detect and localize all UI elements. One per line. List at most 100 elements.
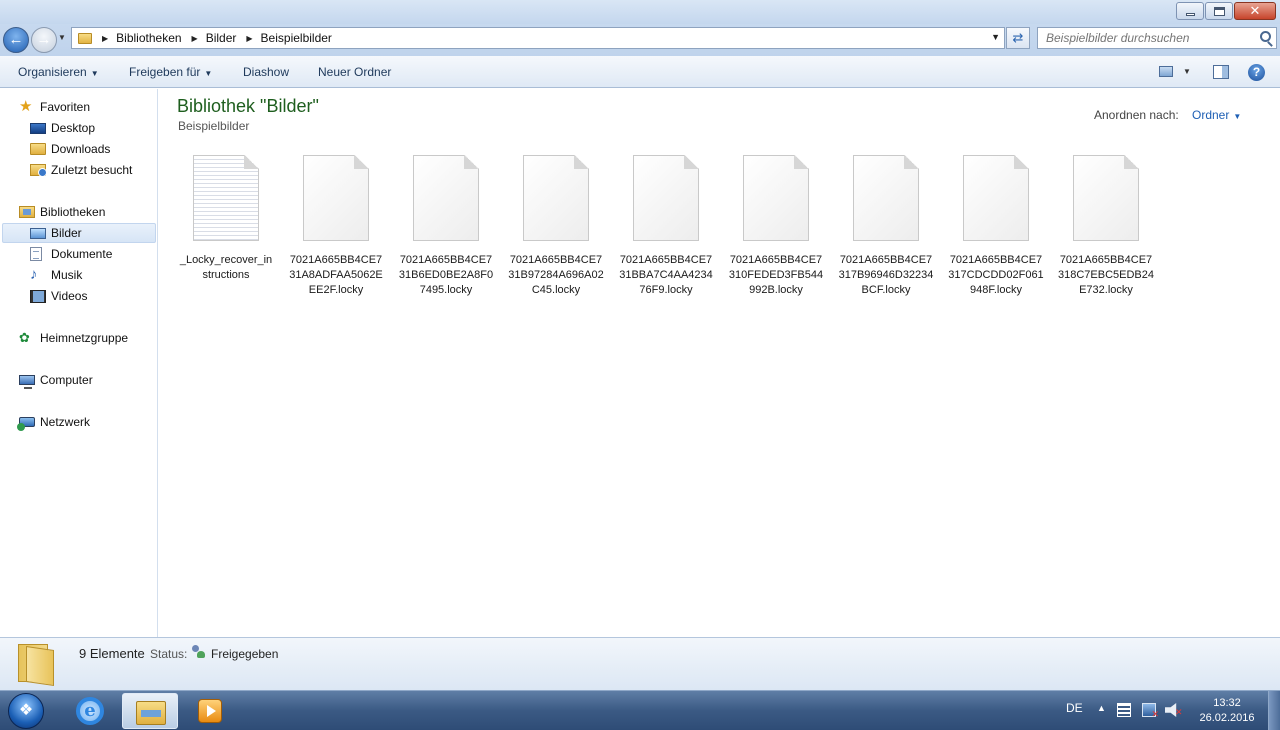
file-item[interactable]: 7021A665BB4CE731B6ED0BE2A8F07495.locky xyxy=(398,155,494,298)
details-pane: 9 Elemente Status: Freigegeben xyxy=(0,637,1280,690)
folder-icon xyxy=(78,32,92,44)
sidebar-item-desktop[interactable]: Desktop xyxy=(30,118,95,138)
windows-explorer-icon xyxy=(136,701,166,725)
file-name: 7021A665BB4CE731BBA7C4AA423476F9.locky xyxy=(619,254,713,296)
sidebar-item-musik[interactable]: ♪ Musik xyxy=(30,265,82,285)
breadcrumb-bilder[interactable]: Bilder xyxy=(206,31,237,45)
file-item[interactable]: 7021A665BB4CE7317CDCDD02F061948F.locky xyxy=(948,155,1044,298)
file-item[interactable]: 7021A665BB4CE7318C7EBC5EDB24E732.locky xyxy=(1058,155,1154,298)
sidebar-item-recent[interactable]: Zuletzt besucht xyxy=(30,160,132,180)
share-label: Freigeben für xyxy=(129,65,201,79)
sidebar-item-heimnetzgruppe[interactable]: ✿ Heimnetzgruppe xyxy=(19,328,128,348)
status-value: Freigegeben xyxy=(211,647,279,661)
recent-places-icon xyxy=(30,164,47,177)
library-icon xyxy=(19,206,35,218)
library-subtitle: Beispielbilder xyxy=(178,119,250,133)
start-button[interactable]: ❖ xyxy=(8,693,44,729)
address-bar[interactable]: ▶ Bibliotheken ▶ Bilder ▶ Beispielbilder… xyxy=(71,27,1005,49)
sidebar-item-label: Computer xyxy=(40,373,93,387)
refresh-icon: ⇄ xyxy=(1012,30,1024,45)
maximize-icon xyxy=(1214,7,1225,16)
minimize-icon xyxy=(1186,13,1195,16)
chevron-right-icon[interactable]: ▶ xyxy=(246,34,252,43)
close-icon: ✕ xyxy=(1249,3,1261,18)
file-item[interactable]: 7021A665BB4CE731A8ADFAA5062EEE2F.locky xyxy=(288,155,384,298)
blank-file-icon xyxy=(413,155,479,241)
language-indicator[interactable]: DE xyxy=(1066,701,1083,715)
chevron-right-icon[interactable]: ▶ xyxy=(102,34,108,43)
blank-file-icon xyxy=(743,155,809,241)
file-item[interactable]: 7021A665BB4CE7310FEDED3FB544992B.locky xyxy=(728,155,824,298)
arrange-by-dropdown[interactable]: Ordner ▼ xyxy=(1192,108,1241,122)
view-options-dropdown[interactable]: ▼ xyxy=(1183,67,1191,76)
chevron-right-icon[interactable]: ▶ xyxy=(192,34,198,43)
media-player-icon[interactable] xyxy=(198,699,222,723)
blank-file-icon xyxy=(963,155,1029,241)
file-name: 7021A665BB4CE731A8ADFAA5062EEE2F.locky xyxy=(289,254,383,296)
sidebar-item-computer[interactable]: Computer xyxy=(19,370,93,390)
sidebar-item-dokumente[interactable]: Dokumente xyxy=(30,244,112,264)
refresh-button[interactable]: ⇄ xyxy=(1006,27,1030,49)
file-name: 7021A665BB4CE7317CDCDD02F061948F.locky xyxy=(948,254,1044,296)
chevron-down-icon: ▼ xyxy=(204,69,213,78)
action-center-icon[interactable] xyxy=(1117,703,1131,717)
change-view-icon[interactable] xyxy=(1159,66,1173,77)
windows-logo-icon: ❖ xyxy=(18,702,34,719)
navigation-pane: ★ Favoriten Desktop Downloads Zuletzt bes… xyxy=(0,89,158,637)
file-item[interactable]: 7021A665BB4CE731BBA7C4AA423476F9.locky xyxy=(618,155,714,298)
clock[interactable]: 13:32 26.02.2016 xyxy=(1195,696,1259,726)
organize-menu[interactable]: Organisieren ▼ xyxy=(18,65,99,79)
preview-pane-icon[interactable] xyxy=(1213,65,1229,79)
arrange-by-value: Ordner xyxy=(1192,108,1230,122)
file-name: 7021A665BB4CE7310FEDED3FB544992B.locky xyxy=(728,254,824,296)
film-strip-icon xyxy=(30,289,46,303)
chevron-down-icon: ▼ xyxy=(90,69,99,78)
address-dropdown-icon[interactable]: ▼ xyxy=(991,32,1000,42)
sidebar-item-downloads[interactable]: Downloads xyxy=(30,139,110,159)
sidebar-item-netzwerk[interactable]: Netzwerk xyxy=(17,412,91,432)
file-item[interactable]: 7021A665BB4CE731B97284A696A02C45.locky xyxy=(508,155,604,298)
show-hidden-icons-icon[interactable]: ▲ xyxy=(1097,703,1106,713)
address-row: ← → ▼ ▶ Bibliotheken ▶ Bilder ▶ Beispiel… xyxy=(0,24,1280,56)
search-input[interactable] xyxy=(1038,28,1248,48)
breadcrumb-beispielbilder[interactable]: Beispielbilder xyxy=(261,31,332,45)
recent-pages-dropdown[interactable]: ▼ xyxy=(58,33,66,42)
sidebar-item-label: Zuletzt besucht xyxy=(51,163,133,177)
blank-file-icon xyxy=(1073,155,1139,241)
taskbar-internet-explorer[interactable]: e xyxy=(62,693,118,729)
blank-file-icon xyxy=(523,155,589,241)
network-icon xyxy=(17,417,35,431)
share-menu[interactable]: Freigeben für ▼ xyxy=(129,65,212,79)
forward-button[interactable]: → xyxy=(31,27,57,53)
help-icon[interactable]: ? xyxy=(1248,64,1265,81)
taskbar: ❖ e DE ▲ ✕ 13:32 26.02.2016 xyxy=(0,690,1280,730)
sidebar-item-label: Heimnetzgruppe xyxy=(40,331,129,345)
desktop-icon xyxy=(30,123,46,134)
new-folder-button[interactable]: Neuer Ordner xyxy=(318,65,391,79)
sidebar-item-label: Netzwerk xyxy=(40,415,91,429)
chevron-down-icon: ▼ xyxy=(1233,112,1242,121)
search-box[interactable] xyxy=(1037,27,1277,49)
show-desktop-button[interactable] xyxy=(1268,691,1280,730)
library-title: Bibliothek "Bilder" xyxy=(177,96,319,116)
internet-explorer-icon: e xyxy=(76,697,104,725)
sidebar-item-favoriten[interactable]: ★ Favoriten xyxy=(19,97,90,117)
command-bar: Organisieren ▼ Freigeben für ▼ Diashow Neu… xyxy=(0,56,1280,88)
organize-label: Organisieren xyxy=(18,65,87,79)
sidebar-item-videos[interactable]: Videos xyxy=(30,286,87,306)
taskbar-windows-explorer[interactable] xyxy=(122,693,178,729)
sidebar-item-bilder[interactable]: Bilder xyxy=(2,223,156,243)
slideshow-button[interactable]: Diashow xyxy=(243,65,289,79)
breadcrumb-bibliotheken[interactable]: Bibliotheken xyxy=(116,31,181,45)
close-button[interactable]: ✕ xyxy=(1234,2,1276,20)
mute-indicator-icon: ✕ xyxy=(1175,707,1183,717)
minimize-button[interactable] xyxy=(1176,2,1204,20)
file-item[interactable]: _Locky_recover_instructions xyxy=(178,155,274,283)
network-status-icon[interactable] xyxy=(1142,703,1159,720)
file-item[interactable]: 7021A665BB4CE7317B96946D32234BCF.locky xyxy=(838,155,934,298)
maximize-button[interactable] xyxy=(1205,2,1233,20)
back-button[interactable]: ← xyxy=(3,27,29,53)
sidebar-item-bibliotheken[interactable]: Bibliotheken xyxy=(19,202,105,222)
search-icon[interactable] xyxy=(1260,31,1271,42)
item-count: 9 Elemente xyxy=(79,646,145,661)
